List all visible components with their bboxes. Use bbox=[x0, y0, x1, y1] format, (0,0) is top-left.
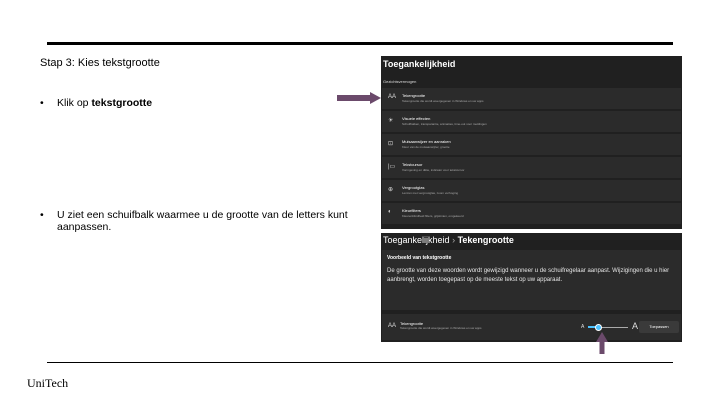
breadcrumb-current: Tekengrootte bbox=[457, 235, 514, 245]
bullet-prefix: Klik op bbox=[57, 97, 92, 109]
settings-item-visual-effects[interactable]: ☀ Visuele effecten Schuifbalken, transpa… bbox=[382, 111, 681, 132]
step-title: Stap 3: Kies tekstgrootte bbox=[40, 57, 160, 69]
slider-thumb[interactable] bbox=[595, 324, 602, 331]
accessibility-screenshot: Toegankelijkheid Gezichtsvermogen AA Tek… bbox=[381, 56, 682, 229]
item-label: Kleurfilters bbox=[402, 208, 421, 213]
settings-item-text-cursor[interactable]: |▭ Tekstcursor Vormgeving en dikte, indi… bbox=[382, 157, 681, 178]
item-description: Kleurenblindheid filters, grijstinten, o… bbox=[402, 214, 464, 218]
text-size-screenshot: Toegankelijkheid › Tekengrootte Voorbeel… bbox=[381, 233, 682, 342]
panel-title: Toegankelijkheid bbox=[383, 59, 456, 69]
text-size-preview: Voorbeeld van tekstgrootte De grootte va… bbox=[382, 250, 681, 310]
color-filter-icon: ◐ bbox=[388, 209, 392, 215]
item-label: Visuele effecten bbox=[402, 116, 431, 121]
bullet-bold-term: tekstgrootte bbox=[91, 97, 153, 109]
preview-text: De grootte van deze woorden wordt gewijz… bbox=[387, 268, 670, 283]
bullet-text: Klik op tekstgrootte bbox=[57, 97, 152, 109]
bullet-text: U ziet een schuifbalk waarmee u de groot… bbox=[57, 209, 348, 233]
bullet-symbol: • bbox=[40, 209, 44, 221]
text-cursor-icon: |▭ bbox=[388, 164, 396, 170]
text-size-icon: AA bbox=[388, 323, 397, 329]
arrow-right-icon bbox=[337, 92, 381, 104]
footer-brand: UniTech bbox=[27, 376, 69, 390]
top-divider bbox=[47, 42, 673, 45]
mouse-pointer-icon: ⊡ bbox=[388, 141, 394, 147]
apply-button[interactable]: Toepassen bbox=[639, 321, 679, 333]
item-description: Schuifbalken, transparantie, animaties, … bbox=[402, 122, 487, 126]
item-label: Tekstcursor bbox=[402, 162, 423, 167]
section-heading: Gezichtsvermogen bbox=[383, 79, 417, 84]
arrow-up-icon bbox=[596, 332, 608, 354]
item-label: Tekengrootte bbox=[402, 93, 426, 98]
settings-item-magnifier[interactable]: ⊕ Vergrootglas Lenzen met vergrootglas, … bbox=[382, 180, 681, 201]
slider-min-label: A bbox=[581, 324, 585, 330]
item-description: Lenzen met vergrootglas, zoom verhoging bbox=[402, 191, 459, 195]
preview-title: Voorbeeld van tekstgrootte bbox=[387, 255, 452, 261]
row-description: Tekengrootte die wordt weergegeven in Wi… bbox=[400, 326, 482, 330]
bullet-symbol: • bbox=[40, 97, 44, 109]
item-label: Vergrootglas bbox=[402, 185, 425, 190]
item-description: Vormgeving en dikte, indicator voor teks… bbox=[402, 168, 465, 172]
breadcrumb-parent[interactable]: Toegankelijkheid bbox=[383, 235, 450, 245]
slider-max-label: A bbox=[632, 321, 639, 331]
magnifier-icon: ⊕ bbox=[388, 187, 394, 193]
settings-item-mouse-pointer[interactable]: ⊡ Muisaanwijzer en aanraken Kleur van de… bbox=[382, 134, 681, 155]
item-description: Kleur van de muisaanwijzer, grootte bbox=[402, 145, 450, 149]
text-size-icon: AA bbox=[388, 94, 397, 100]
sun-icon: ☀ bbox=[388, 118, 394, 124]
bottom-divider bbox=[47, 362, 673, 363]
settings-item-text-size[interactable]: AA Tekengrootte Tekengrootte die wordt w… bbox=[382, 88, 681, 109]
breadcrumb-separator: › bbox=[452, 235, 456, 245]
text-size-setting-row: AA Tekengrootte Tekengrootte die wordt w… bbox=[382, 314, 681, 340]
item-label: Muisaanwijzer en aanraken bbox=[402, 139, 451, 144]
breadcrumb: Toegankelijkheid › Tekengrootte bbox=[383, 235, 514, 245]
settings-item-color-filters[interactable]: ◐ Kleurfilters Kleurenblindheid filters,… bbox=[382, 203, 681, 224]
item-description: Tekengrootte die wordt weergegeven in Wi… bbox=[402, 99, 484, 103]
